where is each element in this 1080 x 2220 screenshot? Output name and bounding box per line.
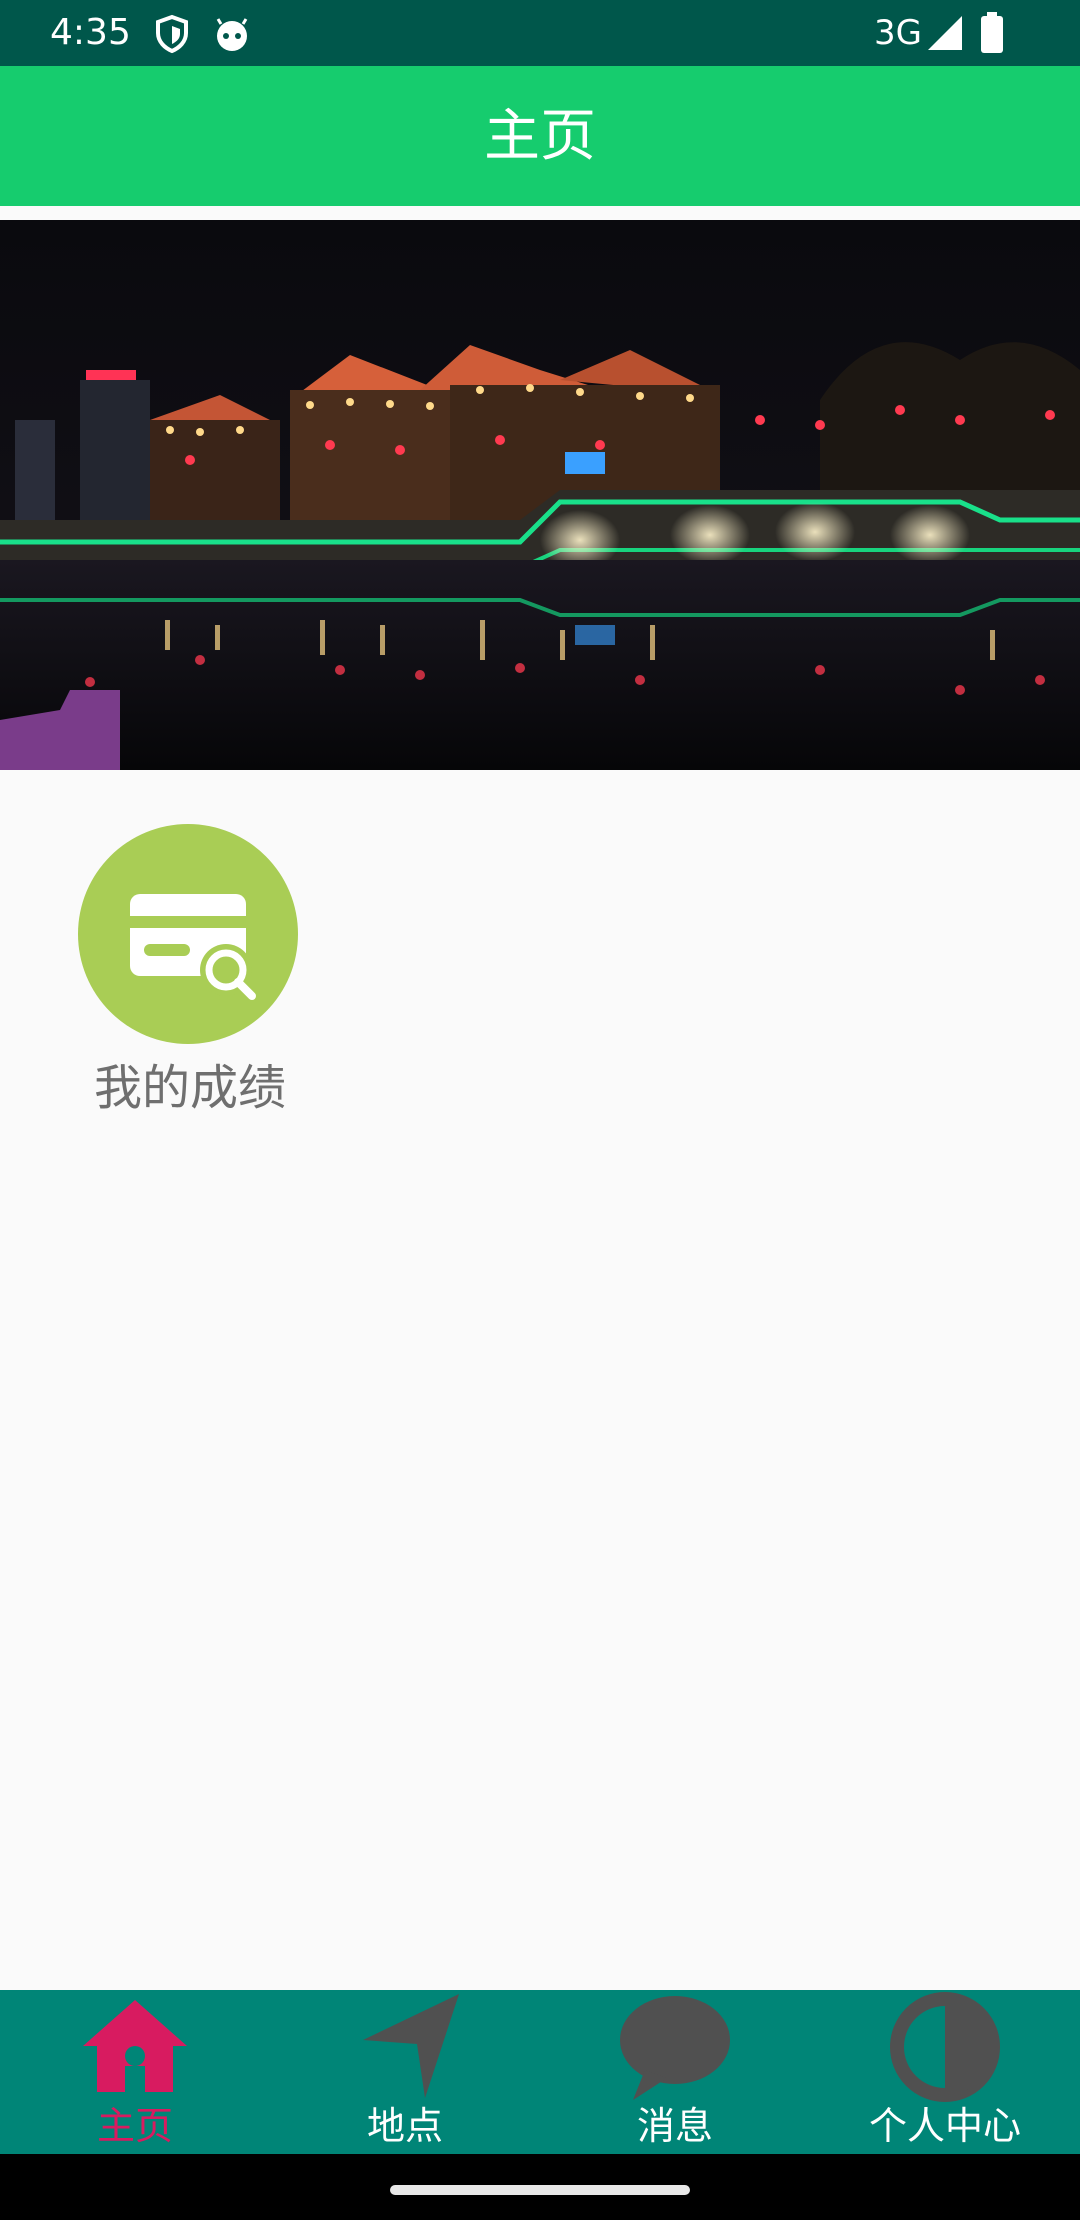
tile-icon-circle xyxy=(78,824,298,1044)
nav-label-home: 主页 xyxy=(96,2104,173,2148)
tile-my-grades[interactable]: 我的成绩 xyxy=(78,824,302,1118)
nav-item-messages[interactable]: 消息 xyxy=(540,1990,810,2154)
nav-item-profile[interactable]: 个人中心 xyxy=(810,1990,1080,2154)
nav-item-home[interactable]: 主页 xyxy=(0,1990,270,2154)
card-search-icon xyxy=(130,894,256,1000)
navigation-arrow-icon xyxy=(363,1994,459,2098)
status-time: 4:35 xyxy=(50,12,131,53)
home-gesture-handle[interactable] xyxy=(390,2185,690,2195)
screen: 4:35 3G 主页 我的成绩 主页 地点 消息 个人中心 xyxy=(0,0,1080,2220)
nav-label-profile: 个人中心 xyxy=(868,2104,1021,2148)
banner-image[interactable] xyxy=(0,220,1080,770)
shield-icon xyxy=(152,14,192,54)
night-scene-image xyxy=(0,220,1080,770)
android-face-icon xyxy=(212,14,252,54)
contrast-circle-icon xyxy=(890,1992,1000,2102)
system-navigation-bar xyxy=(0,2154,1080,2220)
signal-icon xyxy=(926,14,966,54)
nav-label-messages: 消息 xyxy=(636,2104,713,2148)
nav-item-location[interactable]: 地点 xyxy=(270,1990,540,2154)
status-bar: 4:35 3G xyxy=(0,0,1080,66)
nav-label-location: 地点 xyxy=(366,2104,443,2148)
page-title: 主页 xyxy=(484,104,596,169)
bottom-navigation: 主页 地点 消息 个人中心 xyxy=(0,1990,1080,2154)
tile-label: 我的成绩 xyxy=(93,1060,286,1116)
home-icon xyxy=(83,2000,187,2092)
network-type: 3G xyxy=(874,13,922,53)
chat-bubble-icon xyxy=(620,1996,730,2100)
app-bar: 主页 xyxy=(0,66,1080,206)
battery-icon xyxy=(980,12,1004,53)
